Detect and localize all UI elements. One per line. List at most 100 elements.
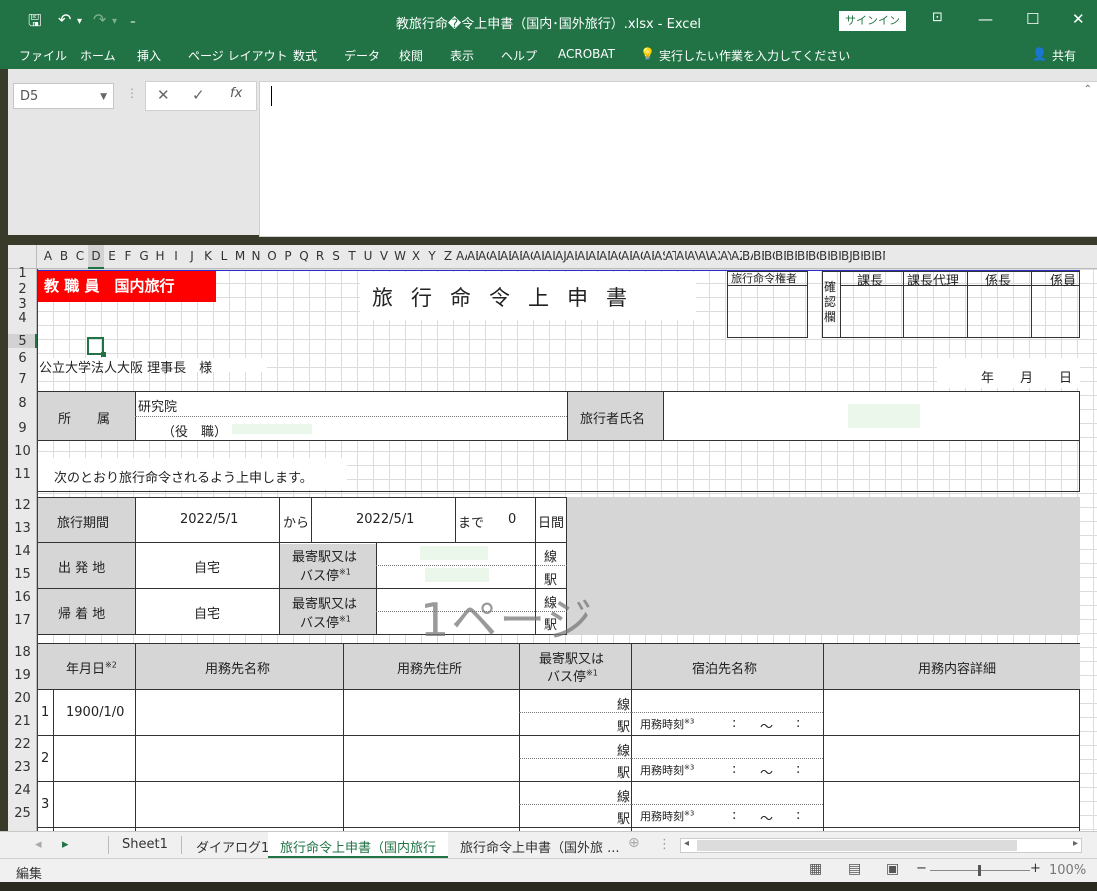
row-header-8[interactable]: 8	[8, 396, 37, 411]
scroll-right-icon[interactable]: ▸	[1073, 838, 1078, 849]
zoom-out-icon[interactable]: −	[916, 861, 927, 876]
column-header-bd[interactable]: BD	[775, 249, 786, 263]
zoom-level[interactable]: 100%	[1049, 863, 1086, 878]
column-header-aj[interactable]: AJ	[555, 249, 566, 263]
column-header-aw[interactable]: AW	[698, 249, 709, 263]
column-header-s[interactable]: S	[328, 249, 344, 263]
column-header-as[interactable]: AS	[654, 249, 665, 263]
tab-page-layout[interactable]: ページ レイアウト	[188, 47, 288, 64]
column-header-y[interactable]: Y	[424, 249, 440, 263]
tab-file[interactable]: ファイル	[19, 47, 67, 64]
column-header-an[interactable]: AN	[599, 249, 610, 263]
tab-review[interactable]: 校閲	[399, 47, 423, 64]
tab-home[interactable]: ホーム	[80, 47, 116, 64]
tab-insert[interactable]: 挿入	[137, 47, 161, 64]
row-header-1[interactable]: 1	[8, 266, 37, 281]
column-header-l[interactable]: L	[216, 249, 232, 263]
column-header-j[interactable]: J	[184, 249, 200, 263]
minimize-icon[interactable]: —	[978, 10, 993, 28]
column-header-bm[interactable]: BM	[874, 249, 885, 263]
scroll-left-icon[interactable]: ◂	[684, 838, 689, 849]
column-header-ad[interactable]: AD	[489, 249, 500, 263]
column-header-av[interactable]: AV	[687, 249, 698, 263]
column-header-aq[interactable]: AQ	[632, 249, 643, 263]
row-date[interactable]: 1900/1/0	[66, 705, 124, 720]
column-header-ak[interactable]: AK	[566, 249, 577, 263]
column-header-i[interactable]: I	[168, 249, 184, 263]
row-header-2[interactable]: 2	[8, 282, 37, 297]
column-header-q[interactable]: Q	[296, 249, 312, 263]
row-header-16[interactable]: 16	[8, 590, 37, 605]
row-header-4[interactable]: 4	[8, 311, 37, 326]
column-header-bc[interactable]: BC	[764, 249, 775, 263]
column-header-af[interactable]: AF	[511, 249, 522, 263]
column-header-ae[interactable]: AE	[500, 249, 511, 263]
column-header-k[interactable]: K	[200, 249, 216, 263]
row-header-20[interactable]: 20	[8, 691, 37, 706]
column-header-a[interactable]: A	[40, 249, 56, 263]
tab-formulas[interactable]: 数式	[293, 47, 317, 64]
row-header-7[interactable]: 7	[8, 372, 37, 387]
splitter-icon[interactable]: ⋮	[126, 86, 138, 100]
sheet-tab-domestic[interactable]: 旅行命令上申書（国内旅行	[280, 837, 436, 856]
collapse-formula-bar-icon[interactable]: ⌃	[1084, 84, 1092, 95]
zoom-slider-thumb[interactable]	[978, 865, 981, 876]
column-header-am[interactable]: AM	[588, 249, 599, 263]
row-header-15[interactable]: 15	[8, 567, 37, 582]
column-header-h[interactable]: H	[152, 249, 168, 263]
column-header-z[interactable]: Z	[440, 249, 456, 263]
zoom-in-icon[interactable]: +	[1030, 861, 1041, 876]
column-header-ax[interactable]: AX	[709, 249, 720, 263]
row-header-14[interactable]: 14	[8, 544, 37, 559]
tab-acrobat[interactable]: ACROBAT	[558, 47, 615, 61]
departure-value[interactable]: 自宅	[194, 557, 220, 576]
row-header-3[interactable]: 3	[8, 297, 37, 312]
column-header-v[interactable]: V	[376, 249, 392, 263]
prev-sheet-icon[interactable]: ◂	[35, 837, 42, 852]
row-header-17[interactable]: 17	[8, 613, 37, 628]
column-header-f[interactable]: F	[120, 249, 136, 263]
row-header-21[interactable]: 21	[8, 714, 37, 729]
column-header-bl[interactable]: BL	[863, 249, 874, 263]
column-header-p[interactable]: P	[280, 249, 296, 263]
row-header-6[interactable]: 6	[8, 351, 37, 366]
formula-bar-input[interactable]: ⌃	[259, 81, 1097, 237]
column-header-g[interactable]: G	[136, 249, 152, 263]
column-header-bi[interactable]: BI	[830, 249, 841, 263]
row-header-13[interactable]: 13	[8, 521, 37, 536]
row-header-25[interactable]: 25	[8, 806, 37, 821]
column-header-aa[interactable]: AA	[456, 249, 467, 263]
column-header-bf[interactable]: BF	[797, 249, 808, 263]
column-header-ao[interactable]: AO	[610, 249, 621, 263]
column-header-d[interactable]: D	[88, 249, 104, 263]
affiliation-value[interactable]: 研究院	[138, 396, 177, 415]
row-header-5[interactable]: 5	[8, 334, 37, 349]
signin-button[interactable]: サインイン	[839, 11, 906, 31]
ribbon-display-icon[interactable]: ⊡	[932, 10, 943, 25]
column-header-ap[interactable]: AP	[621, 249, 632, 263]
tab-data[interactable]: データ	[344, 47, 380, 64]
column-header-ar[interactable]: AR	[643, 249, 654, 263]
column-header-w[interactable]: W	[392, 249, 408, 263]
column-header-bk[interactable]: BK	[852, 249, 863, 263]
column-header-o[interactable]: O	[264, 249, 280, 263]
days-value[interactable]: 0	[508, 512, 516, 527]
column-header-m[interactable]: M	[232, 249, 248, 263]
row-header-22[interactable]: 22	[8, 737, 37, 752]
column-header-n[interactable]: N	[248, 249, 264, 263]
name-box[interactable]: D5 ▼	[13, 83, 114, 109]
cancel-icon[interactable]: ✕	[157, 86, 170, 104]
scrollbar-thumb[interactable]	[697, 840, 1017, 851]
column-header-au[interactable]: AU	[676, 249, 687, 263]
column-header-bb[interactable]: BB	[753, 249, 764, 263]
column-header-bg[interactable]: BG	[808, 249, 819, 263]
fill-handle[interactable]	[101, 352, 106, 357]
sheet-tab-overseas[interactable]: 旅行命令上申書（国外旅 ...	[460, 837, 626, 856]
sheet-tab-sheet1[interactable]: Sheet1	[122, 837, 168, 852]
page-break-view-icon[interactable]: ▣	[886, 861, 899, 877]
chevron-down-icon[interactable]: ▼	[100, 84, 107, 110]
page-layout-view-icon[interactable]: ▤	[848, 861, 861, 877]
share-button[interactable]: 共有	[1052, 47, 1076, 64]
normal-view-icon[interactable]: ▦	[809, 861, 822, 877]
enter-check-icon[interactable]: ✓	[192, 86, 205, 104]
